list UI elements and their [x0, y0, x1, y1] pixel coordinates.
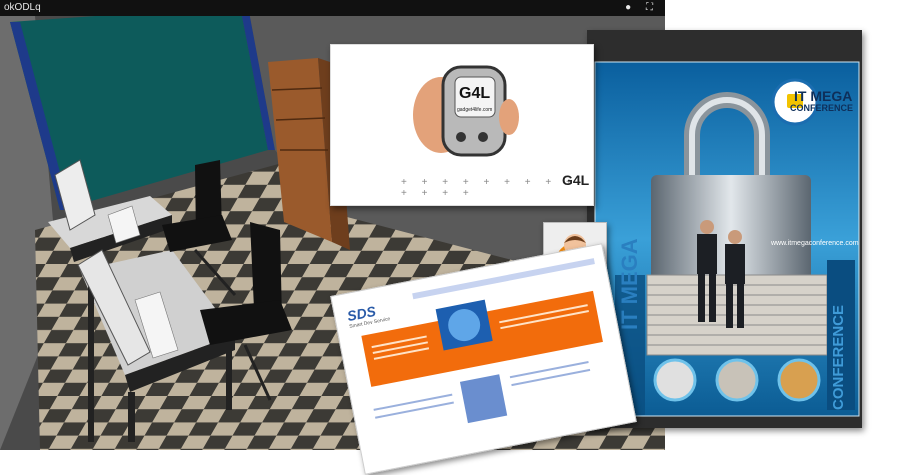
g4l-site: gadget4life.com: [457, 107, 493, 113]
gadget4life-card[interactable]: G4L gadget4life.com + + + + + + + + + + …: [330, 44, 594, 206]
g4l-logo: G4L: [459, 85, 491, 102]
itmega-side-left: IT MEGA: [617, 238, 642, 330]
info-icon[interactable]: ●: [625, 2, 637, 13]
window-title: okODLq: [4, 2, 41, 13]
itmega-logo-line2: CONFERENCE: [790, 103, 854, 113]
expand-icon[interactable]: ⛶: [646, 2, 659, 13]
window-title-bar: okODLq ● ⛶: [0, 0, 665, 16]
itmega-conference-card[interactable]: IT MEGA CONFERENCE www.itmegaconference.…: [587, 30, 862, 428]
itmega-logo-line1: IT MEGA: [794, 88, 853, 104]
window-controls[interactable]: ● ⛶: [625, 0, 659, 16]
itmega-url: www.itmegaconference.com: [771, 240, 859, 247]
g4l-corner-logo: G4L: [562, 172, 590, 188]
itmega-side-right: CONFERENCE: [830, 304, 847, 410]
